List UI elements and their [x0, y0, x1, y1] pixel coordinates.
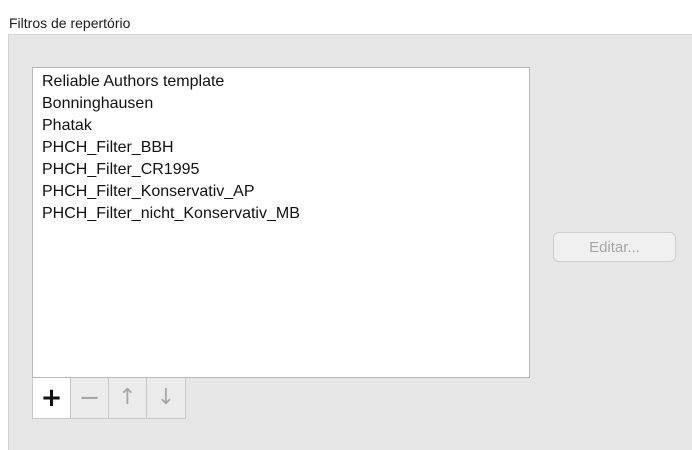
list-item[interactable]: Reliable Authors template: [33, 71, 529, 93]
edit-button[interactable]: Editar...: [553, 232, 676, 262]
arrow-down-icon: ↓: [156, 385, 176, 410]
move-up-button[interactable]: ↑: [108, 378, 147, 419]
filter-list-items: Reliable Authors template Bonninghausen …: [33, 68, 529, 225]
plus-icon: +: [40, 383, 63, 413]
arrow-up-icon: ↑: [118, 385, 137, 410]
section-header: Filtros de repertório: [0, 0, 692, 34]
list-item[interactable]: Bonninghausen: [33, 93, 529, 115]
list-item[interactable]: Phatak: [33, 115, 529, 137]
list-item[interactable]: PHCH_Filter_CR1995: [33, 159, 529, 181]
move-down-button[interactable]: ↓: [146, 378, 186, 419]
list-item[interactable]: PHCH_Filter_BBH: [33, 137, 529, 159]
add-button[interactable]: +: [32, 378, 71, 419]
filter-list[interactable]: Reliable Authors template Bonninghausen …: [32, 67, 530, 378]
list-toolbar: + − ↑ ↓: [32, 378, 186, 419]
list-item[interactable]: PHCH_Filter_nicht_Konservativ_MB: [33, 203, 529, 225]
remove-button[interactable]: −: [70, 378, 109, 419]
section-title: Filtros de repertório: [9, 15, 131, 31]
list-item[interactable]: PHCH_Filter_Konservativ_AP: [33, 181, 529, 203]
minus-icon: −: [78, 383, 101, 413]
